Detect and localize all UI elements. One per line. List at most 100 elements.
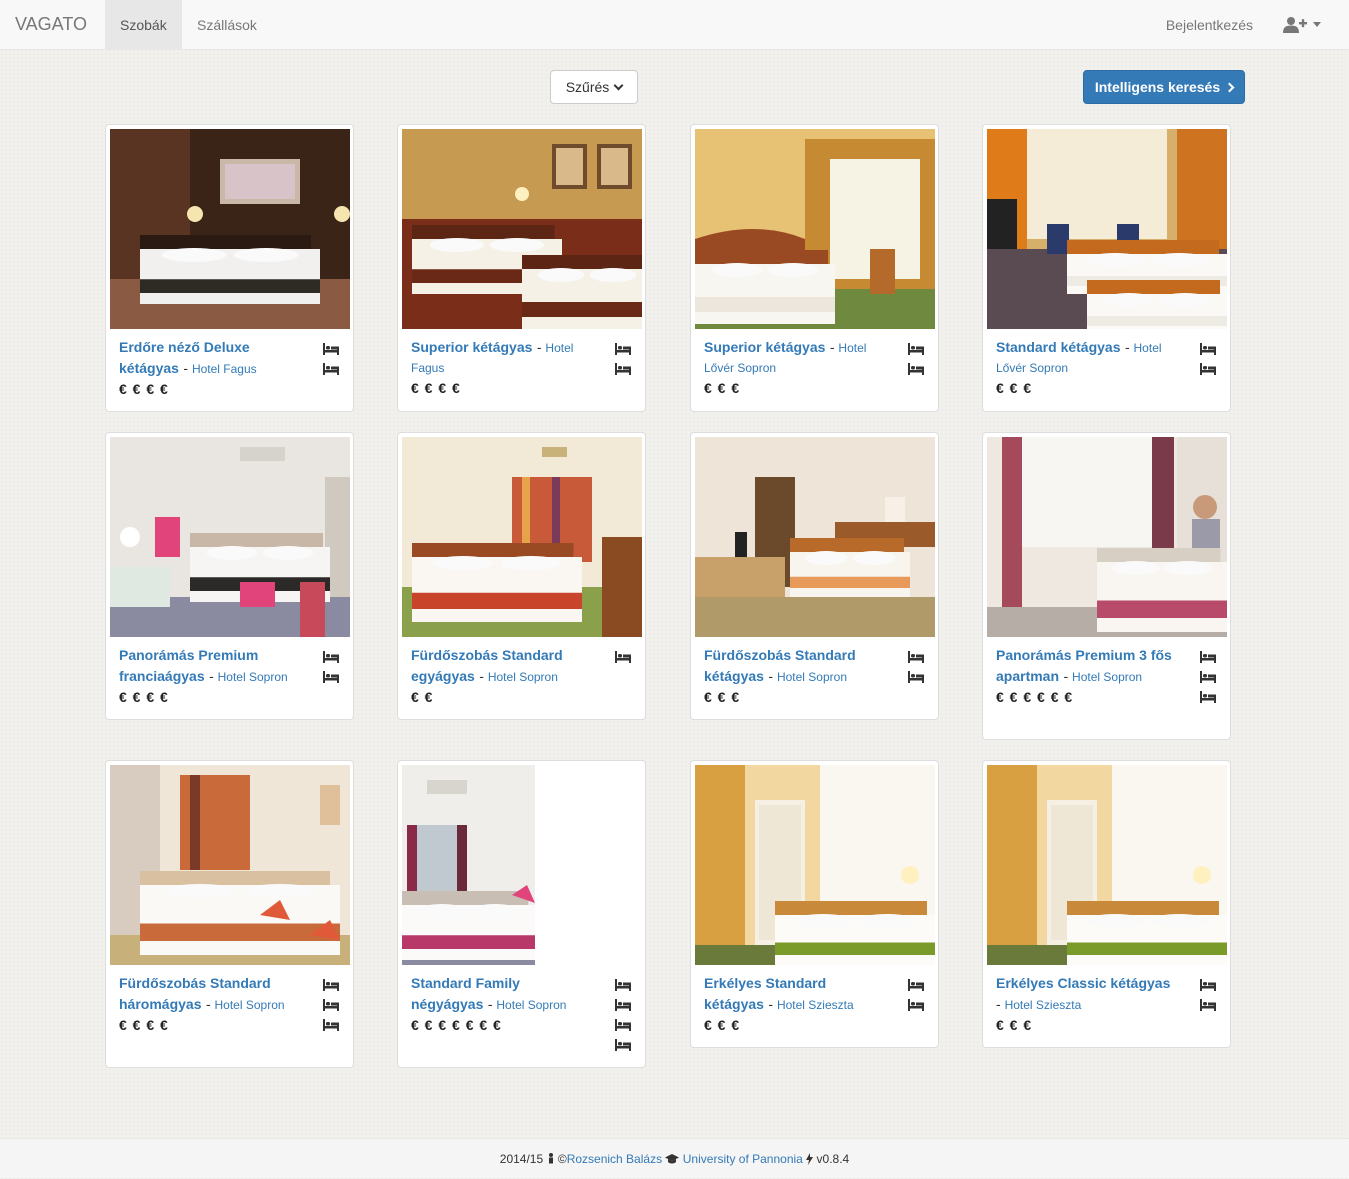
room-photo[interactable] [110,129,350,329]
room-photo[interactable] [110,765,350,965]
filter-button[interactable]: Szűrés [550,70,638,104]
room-card[interactable]: Fürdőszobás Standard egyágyas - Hotel So… [397,432,646,720]
bed-icon [1200,647,1216,667]
room-card[interactable]: Erkélyes Classic kétágyas - Hotel Sziesz… [982,760,1231,1048]
room-caption: Standard Family négyágyas - Hotel Sopron… [402,965,641,1051]
bed-count-icons [1200,647,1217,707]
bed-icon [615,359,631,379]
room-caption: Standard kétágyas - Hotel Lővér Sopron €… [987,329,1226,398]
chevron-down-icon [1313,22,1321,27]
hotel-name-link[interactable]: Hotel Sopron [218,670,288,684]
room-photo[interactable] [987,437,1227,637]
price-level: € € € [704,1017,741,1033]
footer-author-link[interactable]: Rozsenich Balázs [567,1152,662,1166]
bed-icon [908,995,924,1015]
room-card[interactable]: Superior kétágyas - Hotel Lővér Sopron €… [690,124,939,412]
bed-icon [908,975,924,995]
price-level: € € € € € € € [411,1017,502,1033]
bed-icon [908,339,924,359]
bed-icon [908,647,924,667]
price-level: € € € € [119,1017,169,1033]
bed-count-icons [1200,339,1217,379]
room-card[interactable]: Erdőre néző Deluxe kétágyas - Hotel Fagu… [105,124,354,412]
room-name-link[interactable]: Standard kétágyas [996,339,1121,355]
room-card[interactable]: Panorámás Premium 3 fős apartman - Hotel… [982,432,1231,740]
footer-year: 2014/15 [499,1152,544,1166]
footer-copyright: © [557,1152,567,1166]
tab-szallasok[interactable]: Szállások [182,0,272,50]
room-card[interactable]: Standard Family négyágyas - Hotel Sopron… [397,760,646,1068]
room-card[interactable]: Superior kétágyas - Hotel Fagus € € € € [397,124,646,412]
brand-logo[interactable]: VAGATO [15,14,87,35]
room-name-link[interactable]: Superior kétágyas [704,339,825,355]
filter-button-label: Szűrés [565,79,610,95]
bed-icon [323,1015,339,1035]
login-link[interactable]: Bejelentkezés [1166,0,1253,50]
bed-count-icons [1200,975,1217,1015]
hotel-name-link[interactable]: Hotel Sopron [215,998,285,1012]
room-photo[interactable] [987,765,1227,965]
room-card[interactable]: Fürdőszobás Standard kétágyas - Hotel So… [690,432,939,720]
separator: - [1124,339,1134,355]
smart-search-button[interactable]: Intelligens keresés [1083,70,1245,104]
price-level: € € € € [119,689,169,705]
room-photo[interactable] [695,437,935,637]
bed-icon [615,339,631,359]
bed-count-icons [908,975,925,1015]
price-level: € € € € € € [996,689,1074,705]
bed-count-icons [615,975,632,1055]
chevron-down-icon [613,80,624,91]
bed-icon [1200,975,1216,995]
room-photo[interactable] [110,437,350,637]
hotel-name-link[interactable]: Hotel Szieszta [1005,998,1082,1012]
room-caption: Panorámás Premium 3 fős apartman - Hotel… [987,637,1226,707]
room-photo[interactable] [695,765,935,965]
hotel-name-link[interactable]: Hotel Fagus [192,362,257,376]
room-photo[interactable] [402,129,642,329]
room-caption: Panorámás Premium franciaágyas - Hotel S… [110,637,349,707]
hotel-name-link[interactable]: Hotel Sopron [496,998,566,1012]
room-card[interactable]: Erkélyes Standard kétágyas - Hotel Szies… [690,760,939,1048]
room-card[interactable]: Fürdőszobás Standard háromágyas - Hotel … [105,760,354,1068]
person-icon [548,1153,553,1164]
bed-icon [615,1015,631,1035]
bed-icon [323,667,339,687]
room-name-link[interactable]: Superior kétágyas [411,339,532,355]
price-level: € € € [996,1017,1033,1033]
room-caption: Superior kétágyas - Hotel Fagus € € € € [402,329,641,398]
bed-icon [323,359,339,379]
hotel-name-link[interactable]: Hotel Sopron [488,670,558,684]
hotel-name-link[interactable]: Hotel Szieszta [777,998,854,1012]
room-card[interactable]: Panorámás Premium franciaágyas - Hotel S… [105,432,354,720]
bed-count-icons [323,647,340,687]
room-name-link[interactable]: Erkélyes Classic kétágyas [996,975,1170,991]
bed-icon [1200,667,1216,687]
room-photo[interactable] [402,765,535,965]
footer-university-link[interactable]: University of Pannonia [683,1152,803,1166]
footer-version: v0.8.4 [816,1152,850,1166]
hotel-name-link[interactable]: Hotel Sopron [1072,670,1142,684]
bed-count-icons [615,647,632,667]
bed-icon [323,995,339,1015]
bed-icon [908,667,924,687]
price-level: € € € € [119,381,169,397]
tab-szobak[interactable]: Szobák [105,0,182,50]
price-level: € € € [996,380,1033,396]
room-photo[interactable] [987,129,1227,329]
user-menu-dropdown[interactable] [1283,16,1321,36]
room-photo[interactable] [695,129,935,329]
room-caption: Erkélyes Classic kétágyas - Hotel Sziesz… [987,965,1226,1035]
bed-icon [1200,359,1216,379]
chevron-right-icon [1224,82,1235,93]
room-photo[interactable] [402,437,642,637]
bed-icon [323,975,339,995]
room-caption: Fürdőszobás Standard háromágyas - Hotel … [110,965,349,1035]
separator: - [183,360,192,376]
price-level: € € € [704,689,741,705]
room-card[interactable]: Standard kétágyas - Hotel Lővér Sopron €… [982,124,1231,412]
bed-icon [615,1035,631,1055]
price-level: € € [411,689,434,705]
bed-icon [908,359,924,379]
hotel-name-link[interactable]: Hotel Sopron [777,670,847,684]
flash-icon [806,1152,814,1165]
